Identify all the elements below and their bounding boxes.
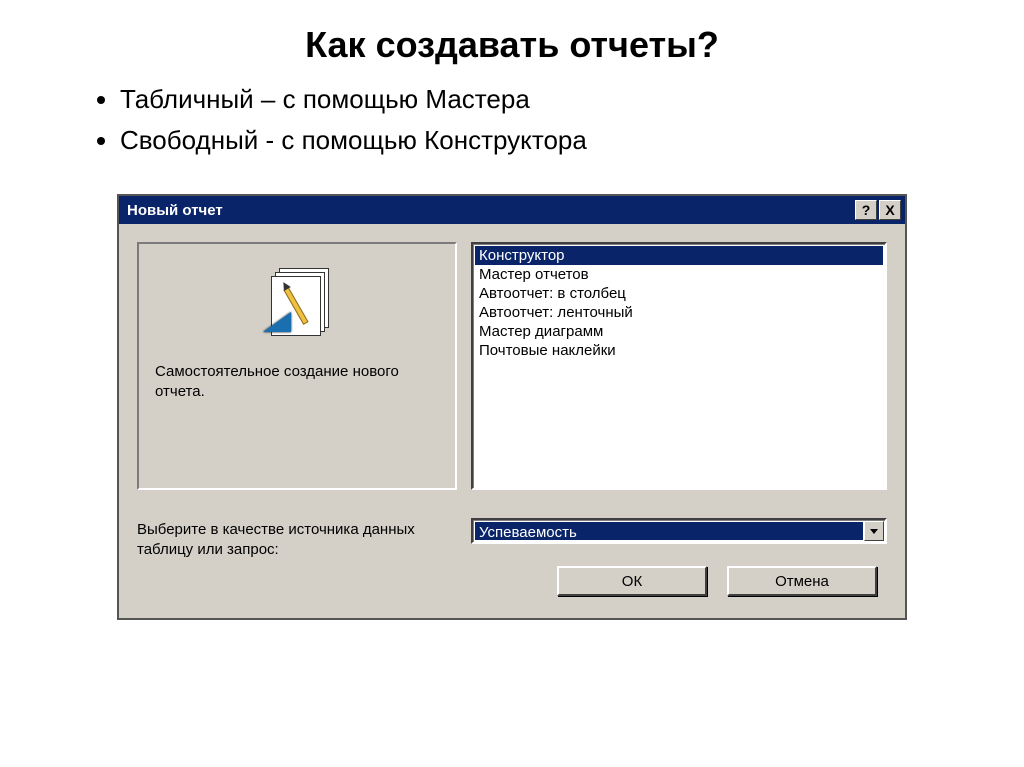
preview-panel: Самостоятельное создание нового отчета. bbox=[137, 242, 457, 490]
data-source-combobox[interactable]: Успеваемость bbox=[471, 518, 887, 544]
list-item[interactable]: Конструктор bbox=[475, 246, 883, 265]
dialog-title: Новый отчет bbox=[127, 202, 855, 219]
titlebar: Новый отчет ? X bbox=[119, 196, 905, 224]
data-source-label: Выберите в качестве источника данных таб… bbox=[137, 518, 457, 561]
help-button[interactable]: ? bbox=[855, 200, 877, 220]
list-item[interactable]: Мастер отчетов bbox=[475, 265, 883, 284]
ok-button[interactable]: ОК bbox=[557, 566, 707, 596]
bullet-list: Табличный – с помощью Мастера Свободный … bbox=[0, 84, 1024, 186]
bullet-item: Табличный – с помощью Мастера bbox=[120, 84, 934, 115]
report-wizard-icon bbox=[257, 262, 337, 342]
list-item[interactable]: Автоотчет: ленточный bbox=[475, 303, 883, 322]
list-item[interactable]: Автоотчет: в столбец bbox=[475, 284, 883, 303]
cancel-button[interactable]: Отмена bbox=[727, 566, 877, 596]
combobox-value: Успеваемость bbox=[475, 522, 863, 540]
bullet-item: Свободный - с помощью Конструктора bbox=[120, 125, 934, 156]
slide-title: Как создавать отчеты? bbox=[0, 0, 1024, 84]
close-button[interactable]: X bbox=[879, 200, 901, 220]
list-item[interactable]: Почтовые наклейки bbox=[475, 341, 883, 360]
report-type-listbox[interactable]: Конструктор Мастер отчетов Автоотчет: в … bbox=[471, 242, 887, 490]
list-item[interactable]: Мастер диаграмм bbox=[475, 322, 883, 341]
preview-description: Самостоятельное создание нового отчета. bbox=[155, 362, 439, 403]
new-report-dialog: Новый отчет ? X Самостоятельное создание… bbox=[117, 194, 907, 620]
chevron-down-icon[interactable] bbox=[864, 521, 884, 541]
